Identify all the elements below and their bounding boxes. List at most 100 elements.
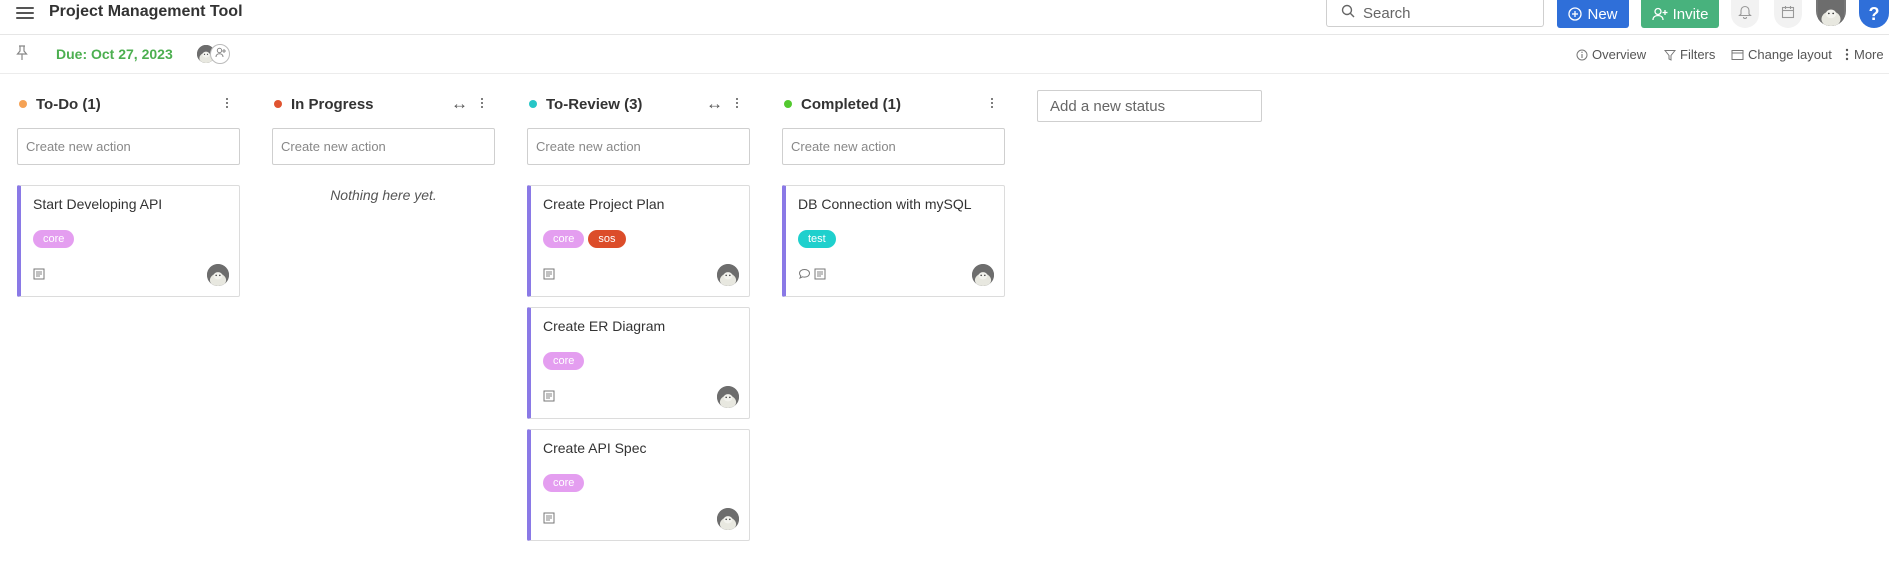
column-menu-icon[interactable]: [477, 96, 487, 110]
tag-badge[interactable]: core: [33, 230, 75, 248]
description-icon: [814, 268, 826, 280]
task-tags: core: [543, 352, 588, 370]
menu-icon[interactable]: [16, 4, 34, 22]
expand-horizontal-icon[interactable]: ↔: [451, 94, 468, 114]
description-icon: [543, 512, 555, 524]
task-tags: core sos: [543, 230, 630, 248]
tag-badge[interactable]: test: [798, 230, 836, 248]
status-dot: [19, 100, 27, 108]
filters-label: Filters: [1680, 47, 1716, 62]
column-title: To-Do (1): [36, 95, 101, 113]
more-button[interactable]: More: [1844, 47, 1884, 62]
assignee-avatar[interactable]: [717, 264, 739, 286]
tag-badge[interactable]: core: [543, 474, 585, 492]
search-input[interactable]: [1363, 4, 1533, 22]
task-title: Create API Spec: [543, 440, 647, 456]
new-button-label: New: [1587, 5, 1618, 23]
column-menu-icon[interactable]: [987, 96, 997, 110]
filter-icon: [1664, 49, 1676, 61]
help-button[interactable]: ?: [1859, 0, 1889, 28]
column-title: To-Review (3): [546, 95, 643, 113]
info-icon: [1576, 49, 1588, 61]
overview-label: Overview: [1592, 47, 1647, 62]
column-header: To-Review (3) ↔: [527, 90, 750, 118]
create-action-input[interactable]: [17, 128, 240, 165]
task-indicators: [543, 390, 558, 402]
app-title: Project Management Tool: [49, 3, 243, 20]
invite-button[interactable]: Invite: [1641, 0, 1719, 28]
status-dot: [274, 100, 282, 108]
tag-badge[interactable]: core: [543, 230, 585, 248]
avatar-image: [717, 508, 739, 530]
task-tags: core: [33, 230, 78, 248]
vertical-dots-icon: [1844, 48, 1850, 61]
column-header: To-Do (1): [17, 90, 240, 118]
status-column: In Progress ↔ Nothing here yet.: [272, 90, 495, 203]
task-indicators: [543, 512, 558, 524]
avatar-image: [717, 264, 739, 286]
task-card[interactable]: Create Project Plan core sos: [527, 185, 750, 297]
search-box[interactable]: [1326, 0, 1544, 27]
task-indicators: [33, 268, 48, 280]
due-date[interactable]: Due: Oct 27, 2023: [56, 46, 173, 62]
avatar-image: [972, 264, 994, 286]
assignee-avatar[interactable]: [972, 264, 994, 286]
assignee-avatar[interactable]: [207, 264, 229, 286]
task-title: Create ER Diagram: [543, 318, 666, 334]
create-action-input[interactable]: [782, 128, 1005, 165]
add-status-input[interactable]: [1037, 90, 1262, 122]
status-dot: [784, 100, 792, 108]
status-column: To-Do (1) Start Developing API core: [17, 90, 240, 297]
empty-state-text: Nothing here yet.: [330, 187, 437, 203]
task-card[interactable]: Create API Spec core: [527, 429, 750, 541]
column-title: In Progress: [291, 95, 374, 113]
add-user-icon: [215, 45, 226, 63]
task-title: Start Developing API: [33, 196, 163, 212]
task-title: DB Connection with mySQL: [798, 196, 972, 212]
column-menu-icon[interactable]: [222, 96, 232, 110]
task-title: Create Project Plan: [543, 196, 665, 212]
plus-circle-icon: [1568, 7, 1583, 21]
task-card[interactable]: Create ER Diagram core: [527, 307, 750, 419]
tag-badge[interactable]: core: [543, 352, 585, 370]
status-column: To-Review (3)↔Create Project Plancoresos…: [527, 90, 750, 541]
create-action-input[interactable]: [527, 128, 750, 165]
tag-badge[interactable]: sos: [588, 230, 626, 248]
project-toolbar: Due: Oct 27, 2023 Overview Filters Chang…: [0, 36, 1889, 74]
task-indicators: [798, 268, 829, 280]
avatar-image: [1818, 0, 1844, 26]
status-dot: [529, 100, 537, 108]
create-action-input[interactable]: [272, 128, 495, 165]
task-card[interactable]: DB Connection with mySQL test: [782, 185, 1005, 297]
more-label: More: [1854, 47, 1884, 62]
new-button[interactable]: New: [1557, 0, 1629, 28]
column-menu-icon[interactable]: [732, 96, 742, 110]
task-card[interactable]: Start Developing API core: [17, 185, 240, 297]
status-column: Completed (1) DB Connection with mySQL tes…: [782, 90, 1005, 297]
assignees: [196, 44, 230, 64]
user-avatar[interactable]: [1816, 0, 1846, 26]
task-indicators: [543, 268, 558, 280]
assignee-avatar[interactable]: [717, 386, 739, 408]
pin-icon[interactable]: [15, 45, 29, 66]
add-assignee-button[interactable]: [210, 44, 230, 64]
comment-icon: [798, 268, 811, 280]
change-layout-label: Change layout: [1748, 47, 1832, 62]
invite-button-label: Invite: [1672, 5, 1709, 23]
change-layout-button[interactable]: Change layout: [1731, 47, 1832, 62]
column-header: In Progress ↔: [272, 90, 495, 118]
calendar-icon: [1781, 5, 1795, 24]
expand-horizontal-icon[interactable]: ↔: [706, 94, 723, 114]
avatar-image: [207, 264, 229, 286]
calendar-button[interactable]: [1774, 0, 1802, 28]
add-user-icon: [1651, 7, 1668, 21]
search-icon: [1341, 4, 1355, 23]
top-bar: Project Management Tool New Invite ?: [0, 0, 1889, 35]
task-tags: test: [798, 230, 840, 248]
notifications-button[interactable]: [1731, 0, 1759, 28]
task-tags: core: [543, 474, 588, 492]
overview-button[interactable]: Overview: [1576, 47, 1646, 62]
assignee-avatar[interactable]: [717, 508, 739, 530]
filters-button[interactable]: Filters: [1664, 47, 1715, 62]
bell-icon: [1738, 4, 1752, 24]
